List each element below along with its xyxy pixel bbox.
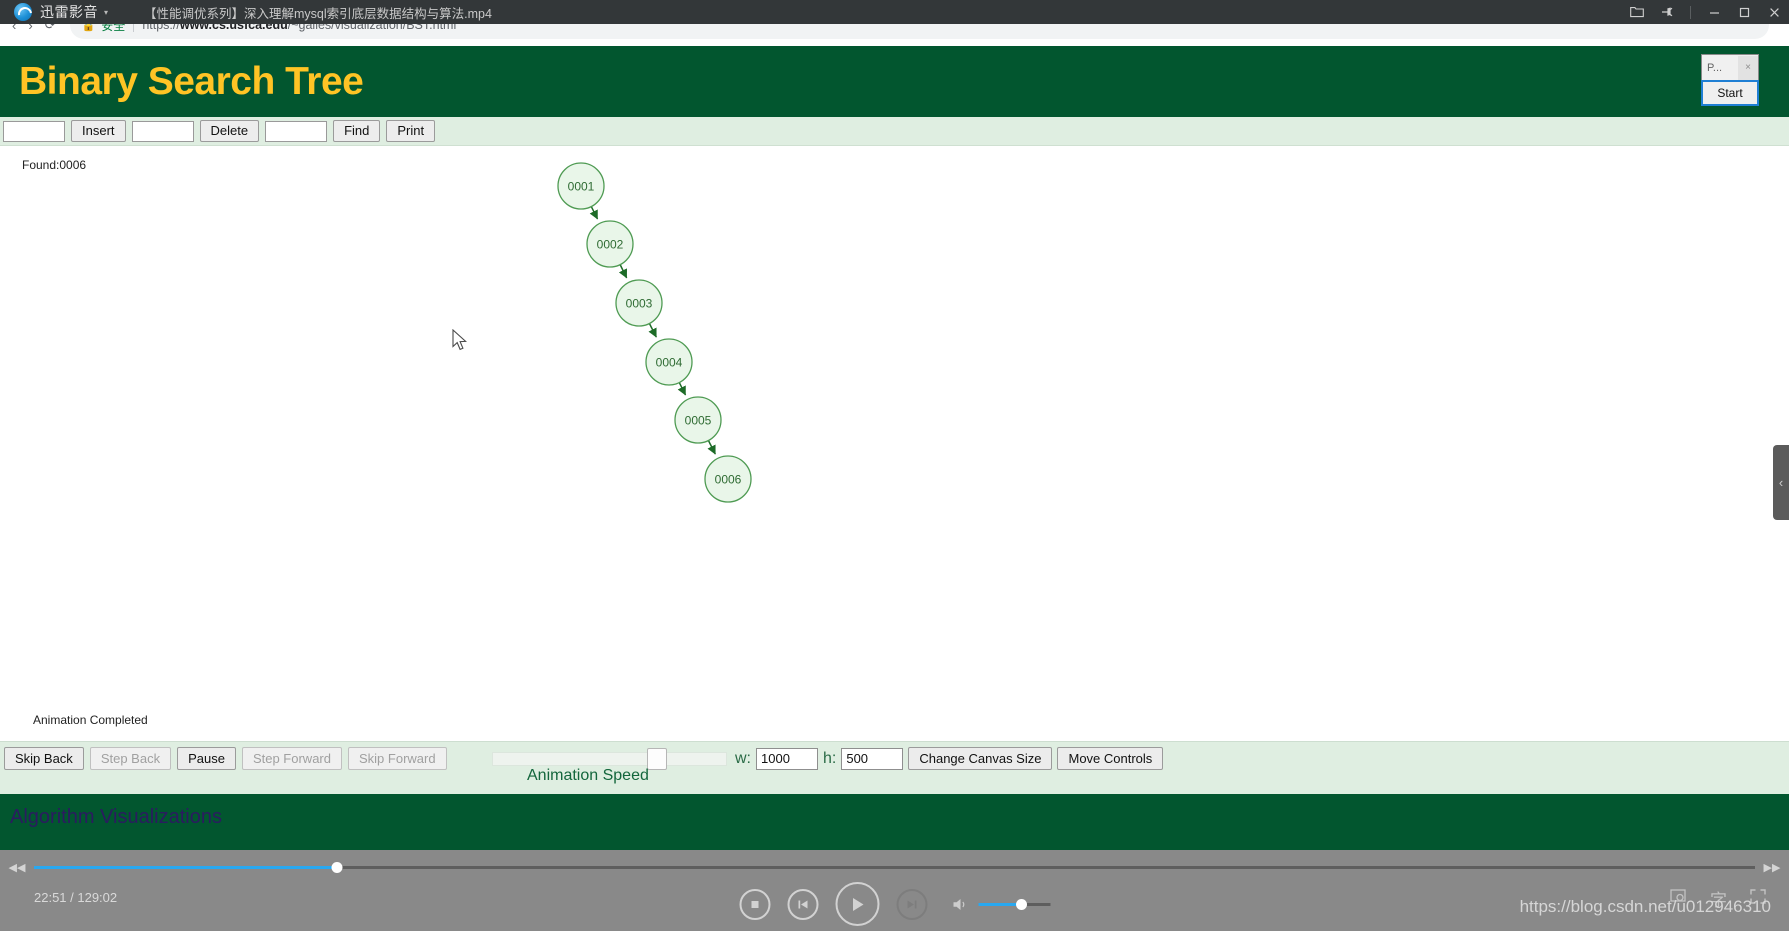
chevron-down-icon[interactable]: ▾ [104,8,108,17]
delete-button[interactable]: Delete [199,120,260,142]
tree-edge [677,382,687,396]
playback-time-label: 22:51 / 129:02 [34,890,118,905]
tree-edge [618,264,628,279]
stop-button[interactable] [739,888,770,920]
tree-node-label: 0005 [685,414,712,428]
animation-speed-label: Animation Speed [527,767,649,784]
skip-back-button[interactable]: Skip Back [4,747,84,770]
panel-collapse-handle[interactable]: ‹ [1773,445,1789,520]
player-control-bar: ◀◀ ▶▶ 22:51 / 129:02 字 https://blog.csdn… [0,850,1789,931]
xunlei-logo-icon [14,3,32,21]
browser-chrome-strip: ‹ › ⟳ 🔒 安全 https://www.cs.usfca.edu/~gal… [0,24,1789,46]
play-button[interactable] [835,882,879,926]
tree-node-label: 0006 [715,473,742,487]
player-titlebar: 迅雷影音 ▾ 【性能调优系列】深入理解mysql索引底层数据结构与算法.mp4 [0,0,1789,24]
browser-toolbar: ‹ › ⟳ 🔒 安全 https://www.cs.usfca.edu/~gal… [0,24,1789,46]
tree-node-label: 0002 [597,238,624,252]
secure-label: 安全 [101,24,126,33]
step-back-button: Step Back [89,747,172,770]
visualization-canvas[interactable]: Found:0006 0001 0002 0003 0004 0005 0006 Anim… [0,146,1789,741]
player-file-title: 【性能调优系列】深入理解mysql索引底层数据结构与算法.mp4 [144,6,492,21]
seek-slider-thumb[interactable] [331,861,343,873]
tree-node-label: 0001 [568,180,595,194]
fast-forward-icon[interactable]: ▶▶ [1755,861,1789,874]
tree-node: 0003 [615,279,663,327]
height-label: h: [823,749,837,767]
address-bar[interactable]: 🔒 安全 https://www.cs.usfca.edu/~galles/vi… [69,24,1769,39]
volume-icon[interactable] [952,897,969,912]
rewind-icon[interactable]: ◀◀ [0,861,34,874]
find-input[interactable] [265,120,328,142]
speed-slider-track[interactable] [492,752,727,766]
minimize-icon[interactable] [1699,0,1729,24]
lock-icon: 🔒 [81,24,96,32]
width-input[interactable] [756,747,818,770]
player-app-name: 迅雷影音 [40,4,98,20]
canvas-size-row: w: h: Change Canvas Size Move Controls [735,747,1164,770]
tree-node: 0005 [674,396,722,444]
tree-node: 0001 [557,162,605,210]
maximize-icon[interactable] [1729,0,1759,24]
skip-forward-button: Skip Forward [348,747,447,770]
tree-node: 0006 [704,455,752,503]
find-button[interactable]: Find [333,120,381,142]
applet-close-icon[interactable]: × [1738,55,1758,80]
java-applet-widget: P... × Start [1701,54,1759,106]
change-canvas-size-button[interactable]: Change Canvas Size [908,747,1053,770]
tree-node: 0002 [586,220,634,268]
forward-icon[interactable]: › [28,24,32,33]
site-footer: Algorithm Visualizations [0,794,1789,850]
step-forward-button: Step Forward [241,747,342,770]
move-controls-button[interactable]: Move Controls [1057,747,1164,770]
mouse-cursor-icon [452,329,467,351]
applet-start-button[interactable]: Start [1701,80,1759,106]
pause-button[interactable]: Pause [177,747,236,770]
tree-node-label: 0004 [656,356,683,370]
reload-icon[interactable]: ⟳ [45,24,56,33]
close-icon[interactable] [1759,0,1789,24]
tree-node-label: 0003 [626,297,653,311]
insert-input[interactable] [3,120,65,142]
applet-tab[interactable]: P... × [1701,54,1759,80]
volume-control[interactable] [952,897,1050,912]
animation-controls-bar: Skip Back Step Back Pause Step Forward Skip … [0,741,1789,794]
speed-slider-thumb[interactable] [646,748,667,770]
titlebar-divider [1690,5,1691,19]
page-header: Binary Search Tree P... × Start [0,46,1789,117]
address-bar-url: https://www.cs.usfca.edu/~galles/visuali… [142,24,457,32]
applet-tab-label: P... [1707,61,1723,74]
volume-slider-track[interactable] [978,898,1050,910]
next-button[interactable] [896,888,927,920]
pin-icon[interactable] [1652,0,1682,24]
width-label: w: [735,749,751,767]
titlebar-window-controls [1622,0,1789,24]
page-title: Binary Search Tree [19,60,364,103]
print-button[interactable]: Print [386,120,436,142]
seek-row: ◀◀ ▶▶ [0,860,1789,874]
animation-buttons-row: Skip Back Step Back Pause Step Forward Skip … [4,747,447,770]
volume-slider-thumb[interactable] [1015,898,1027,910]
tree-edge [707,440,716,455]
back-icon[interactable]: ‹ [12,24,16,33]
tree-edge [589,206,599,220]
previous-button[interactable] [787,888,818,920]
tree-edge [648,323,657,338]
animation-speed-slider[interactable] [492,748,727,770]
animation-status-label: Animation Completed [33,713,148,727]
playback-controls [739,882,1050,926]
algorithm-toolbar: Insert Delete Find Print [0,117,1789,146]
delete-input[interactable] [131,120,194,142]
folder-icon[interactable] [1622,0,1652,24]
algorithm-visualizations-link[interactable]: Algorithm Visualizations [10,806,222,829]
omnibox-divider [133,24,135,32]
bst-tree-graphic: 0001 0002 0003 0004 0005 0006 [557,162,752,503]
screen-root: 迅雷影音 ▾ 【性能调优系列】深入理解mysql索引底层数据结构与算法.mp4 [0,0,1789,931]
tree-node: 0004 [645,338,693,386]
seek-progress-fill [34,865,337,869]
page-watermark: https://blog.csdn.net/u012946310 [1519,897,1771,916]
seek-slider-track[interactable] [34,861,1755,873]
insert-button[interactable]: Insert [71,120,126,142]
height-input[interactable] [841,747,904,770]
